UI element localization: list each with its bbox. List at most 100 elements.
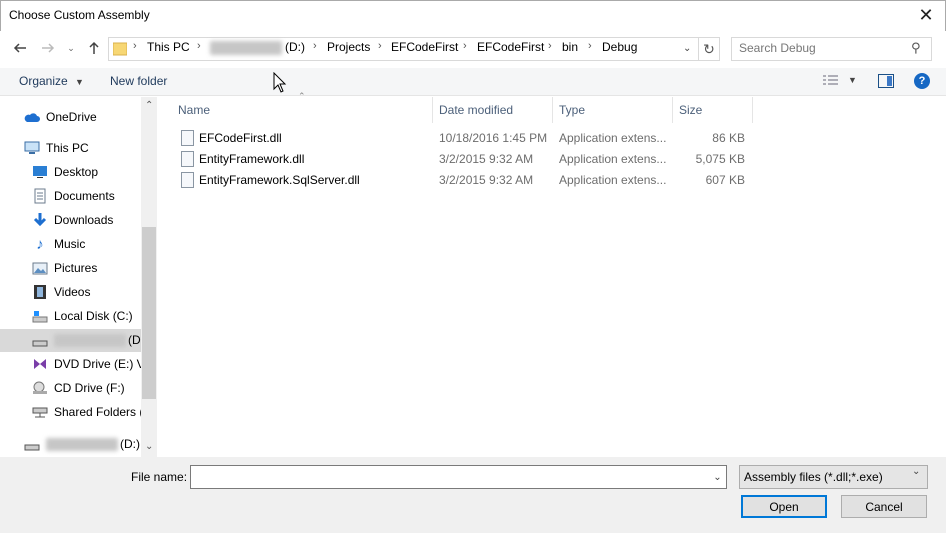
- downloads-icon: [32, 212, 48, 228]
- organize-label: Organize: [19, 74, 68, 88]
- breadcrumb-debug[interactable]: Debug: [602, 40, 637, 54]
- breadcrumb-efcodefirst[interactable]: EFCodeFirst: [391, 40, 458, 54]
- column-header-date-modified[interactable]: Date modified: [439, 103, 513, 117]
- sidebar-item-label: Music: [54, 237, 86, 251]
- file-size: 86 KB: [712, 131, 745, 145]
- file-row[interactable]: EntityFramework.SqlServer.dll 3/2/2015 9…: [178, 170, 758, 191]
- breadcrumb-separator: ›: [463, 40, 467, 52]
- back-button[interactable]: [9, 37, 31, 59]
- sidebar-item-drive-d[interactable]: (D: [32, 329, 141, 351]
- sidebar-item-label: Desktop: [54, 165, 99, 179]
- sidebar-item-pictures[interactable]: Pictures: [32, 257, 97, 279]
- file-row[interactable]: EntityFramework.dll 3/2/2015 9:32 AM App…: [178, 149, 758, 170]
- file-date: 3/2/2015 9:32 AM: [439, 173, 534, 187]
- help-icon[interactable]: ?: [914, 73, 930, 89]
- forward-button[interactable]: [37, 37, 59, 59]
- cd-icon: [32, 380, 48, 396]
- sidebar-item-this-pc[interactable]: This PC: [24, 137, 89, 159]
- window-title: Choose Custom Assembly: [9, 8, 150, 22]
- sidebar-item-label: Documents: [54, 189, 115, 203]
- column-divider[interactable]: [672, 97, 673, 123]
- sidebar-item-downloads[interactable]: Downloads: [32, 209, 113, 231]
- column-divider[interactable]: [552, 97, 553, 123]
- drive-icon: [32, 308, 48, 324]
- chevron-down-icon: ▼: [75, 77, 84, 87]
- breadcrumb-separator: ›: [588, 40, 592, 52]
- search-icon: ⚲: [911, 40, 921, 55]
- drive-icon: [32, 332, 48, 348]
- breadcrumb-projects[interactable]: Projects: [327, 40, 370, 54]
- breadcrumb-efcodefirst-inner[interactable]: EFCodeFirst: [477, 40, 544, 54]
- sidebar-item-videos[interactable]: Videos: [32, 281, 90, 303]
- dvd-icon: [32, 356, 48, 372]
- breadcrumb-this-pc[interactable]: This PC: [147, 40, 190, 54]
- sidebar-item-label: CD Drive (F:): [54, 381, 125, 395]
- scroll-down-icon[interactable]: ⌄: [145, 441, 153, 452]
- redacted-drive-name: [210, 41, 282, 55]
- refresh-icon: ↻: [703, 40, 715, 57]
- file-row[interactable]: EFCodeFirst.dll 10/18/2016 1:45 PM Appli…: [178, 128, 758, 149]
- breadcrumb-separator: ›: [548, 40, 552, 52]
- forward-arrow-icon: [42, 43, 55, 53]
- sidebar-item-dvd-drive[interactable]: DVD Drive (E:) VS: [32, 353, 141, 375]
- close-button[interactable]: ✕: [906, 0, 946, 30]
- column-header-size[interactable]: Size: [679, 103, 702, 117]
- sidebar-item-label: Downloads: [54, 213, 114, 227]
- column-header-type[interactable]: Type: [559, 103, 585, 117]
- desktop-icon: [32, 164, 48, 180]
- file-name-dropdown-button[interactable]: ⌄: [709, 466, 726, 488]
- column-header-name[interactable]: Name: [178, 103, 210, 117]
- chevron-down-icon: ⌄: [912, 466, 921, 477]
- file-size: 607 KB: [705, 173, 745, 187]
- sidebar-item-onedrive[interactable]: OneDrive: [24, 106, 97, 128]
- breadcrumb-drive[interactable]: (D:): [285, 40, 305, 54]
- open-button[interactable]: Open: [741, 495, 827, 518]
- chevron-down-icon[interactable]: ▼: [848, 75, 857, 85]
- preview-pane-icon[interactable]: [878, 74, 894, 88]
- sidebar-item-drive-d-2[interactable]: (D:): [24, 433, 140, 455]
- recent-locations-button[interactable]: ⌄: [63, 37, 79, 59]
- new-folder-button[interactable]: New folder: [110, 74, 167, 88]
- pictures-icon: [32, 260, 48, 276]
- file-name: EntityFramework.dll: [199, 152, 305, 166]
- close-icon: ✕: [918, 4, 934, 25]
- file-size: 5,075 KB: [695, 152, 745, 166]
- up-arrow-icon: [89, 41, 99, 54]
- dll-file-icon: [181, 172, 194, 188]
- file-name-label: File name:: [131, 470, 188, 484]
- cancel-button[interactable]: Cancel: [841, 495, 927, 518]
- sidebar-scrollbar-thumb[interactable]: [142, 227, 156, 399]
- sidebar-item-label: (D: [128, 333, 141, 347]
- breadcrumb-bin[interactable]: bin: [562, 40, 578, 54]
- music-icon: ♪: [36, 235, 44, 253]
- address-dropdown-icon[interactable]: ⌄: [683, 43, 691, 54]
- column-divider[interactable]: [432, 97, 433, 123]
- sidebar-item-label: Pictures: [54, 261, 98, 275]
- scroll-up-icon[interactable]: ⌃: [145, 100, 153, 111]
- sidebar-item-music[interactable]: ♪ Music: [32, 233, 85, 255]
- sidebar-item-documents[interactable]: Documents: [32, 185, 115, 207]
- search-placeholder: Search Debug: [739, 41, 816, 55]
- column-divider[interactable]: [752, 97, 753, 123]
- organize-button[interactable]: Organize ▼: [19, 74, 84, 88]
- view-options-icon[interactable]: [822, 74, 840, 88]
- dll-file-icon: [181, 151, 194, 167]
- computer-icon: [24, 140, 40, 156]
- sidebar-item-cd-drive[interactable]: CD Drive (F:): [32, 377, 125, 399]
- breadcrumb-separator: ›: [197, 40, 201, 52]
- sidebar-item-local-disk[interactable]: Local Disk (C:): [32, 305, 133, 327]
- dll-file-icon: [181, 130, 194, 146]
- sidebar-item-shared-folders[interactable]: Shared Folders (\: [32, 401, 141, 423]
- redacted-drive-name: [54, 333, 126, 347]
- chevron-down-icon: ⌄: [713, 471, 722, 483]
- refresh-button[interactable]: ↻: [699, 37, 720, 61]
- chevron-down-icon: ⌄: [67, 42, 75, 53]
- sidebar-item-label: (D:): [120, 437, 140, 451]
- breadcrumb-separator: ›: [133, 40, 137, 52]
- drive-icon: [24, 436, 40, 452]
- up-button[interactable]: [83, 37, 105, 59]
- sidebar-item-desktop[interactable]: Desktop: [32, 161, 98, 183]
- redacted-drive-name: [46, 437, 118, 451]
- file-type: Application extens...: [559, 152, 667, 166]
- file-name-input[interactable]: [190, 465, 727, 489]
